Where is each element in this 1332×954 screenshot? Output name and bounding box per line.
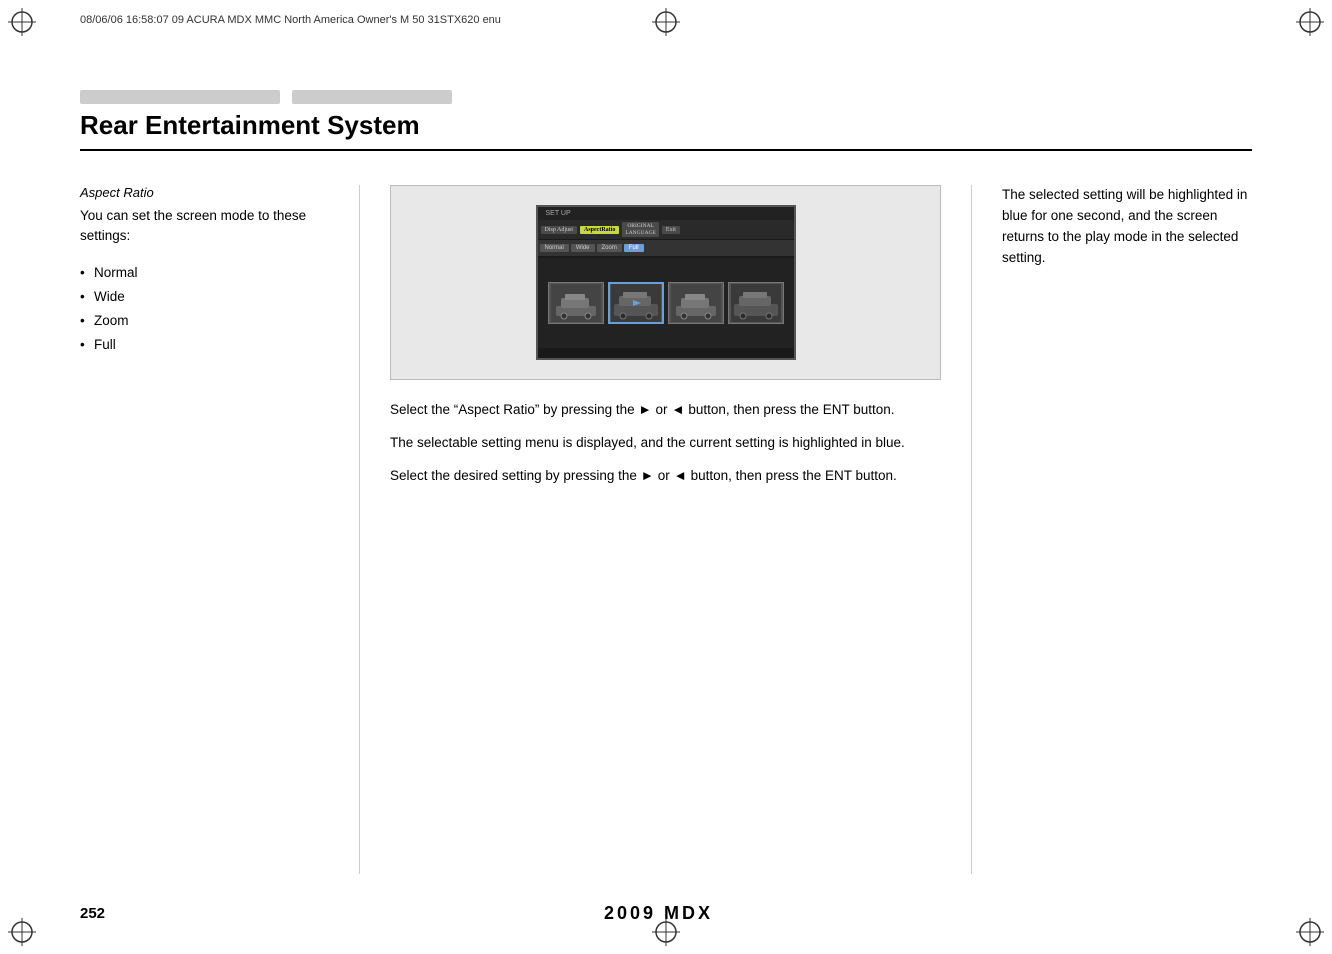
video-thumb-3 <box>668 282 724 324</box>
aspect-buttons-row: Normal Wide Zoom Full <box>538 240 794 256</box>
footer-model: 2009 MDX <box>604 903 713 924</box>
page-title-section: Rear Entertainment System <box>80 90 1252 151</box>
reg-mark-bottom-right <box>1296 918 1324 946</box>
disp-adjust-tab: Disp Adjust <box>541 226 578 234</box>
list-item: Full <box>80 333 339 357</box>
meta-text: 08/06/06 16:58:07 09 ACURA MDX MMC North… <box>80 14 501 26</box>
middle-para-2: The selectable setting menu is displayed… <box>390 433 941 454</box>
list-item: Zoom <box>80 309 339 333</box>
title-bar-1 <box>80 90 280 104</box>
reg-mark-top-left <box>8 8 36 36</box>
page-title: Rear Entertainment System <box>80 110 1252 151</box>
section-title: Aspect Ratio <box>80 185 339 200</box>
zoom-btn: Zoom <box>597 244 622 252</box>
full-btn: Full <box>624 244 644 252</box>
footer: 252 2009 MDX <box>80 903 1252 924</box>
list-item: Wide <box>80 285 339 309</box>
reg-mark-bottom-left <box>8 918 36 946</box>
header-meta: 08/06/06 16:58:07 09 ACURA MDX MMC North… <box>80 14 1252 26</box>
list-item: Normal <box>80 261 339 285</box>
normal-btn: Normal <box>540 244 569 252</box>
setup-label: SET UP <box>542 209 575 218</box>
video-preview <box>538 258 794 348</box>
title-decoration-bars <box>80 90 1252 104</box>
middle-para-3: Select the desired setting by pressing t… <box>390 466 941 487</box>
middle-column: SET UP Disp Adjust AspectRatio ORIGINALL… <box>360 185 972 874</box>
section-intro: You can set the screen mode to these set… <box>80 206 339 247</box>
page-number: 252 <box>80 905 105 922</box>
aspect-ratio-tab: AspectRatio <box>580 226 619 234</box>
title-bar-2 <box>292 90 452 104</box>
left-column: Aspect Ratio You can set the screen mode… <box>80 185 360 874</box>
exit-tab: Exit <box>662 226 680 234</box>
wide-btn: Wide <box>571 244 595 252</box>
right-column: The selected setting will be highlighted… <box>972 185 1252 874</box>
video-thumb-4 <box>728 282 784 324</box>
main-content: Aspect Ratio You can set the screen mode… <box>80 185 1252 874</box>
screen-illustration: SET UP Disp Adjust AspectRatio ORIGINALL… <box>390 185 941 380</box>
video-thumb-1 <box>548 282 604 324</box>
middle-para-1: Select the “Aspect Ratio” by pressing th… <box>390 400 941 421</box>
reg-mark-top-right <box>1296 8 1324 36</box>
screen-inner: SET UP Disp Adjust AspectRatio ORIGINALL… <box>536 205 796 360</box>
original-tab: ORIGINALLANGUAGE <box>622 222 659 237</box>
video-thumb-2 <box>608 282 664 324</box>
right-text: The selected setting will be highlighted… <box>1002 185 1252 269</box>
bullet-list: Normal Wide Zoom Full <box>80 261 339 358</box>
